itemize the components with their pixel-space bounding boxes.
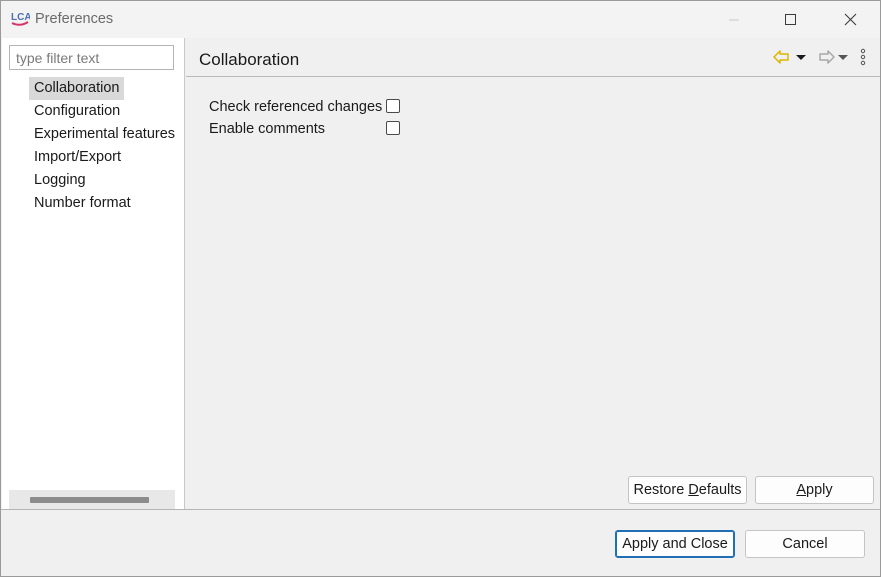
tree-item-configuration[interactable]: Configuration [29, 100, 177, 123]
check-referenced-changes-checkbox[interactable] [386, 99, 400, 113]
close-icon [844, 13, 856, 26]
forward-arrow-icon[interactable] [814, 48, 836, 66]
page-title: Collaboration [199, 50, 300, 69]
restore-defaults-suffix: efaults [698, 482, 742, 498]
footer-separator [1, 509, 880, 510]
back-arrow-icon[interactable] [772, 48, 794, 66]
tree-item-number-format[interactable]: Number format [29, 192, 177, 215]
tree-item-logging[interactable]: Logging [29, 169, 177, 192]
horizontal-scrollbar[interactable] [9, 490, 175, 509]
tree-item-collaboration[interactable]: Collaboration [29, 77, 125, 100]
restore-defaults-mnemonic: D [688, 482, 699, 498]
restore-defaults-prefix: Restore [633, 482, 689, 498]
maximize-icon [785, 13, 796, 25]
close-button[interactable] [827, 1, 873, 38]
preference-page: Collaboration Check referenced changes E… [186, 38, 880, 509]
option-label: Check referenced changes [209, 99, 383, 115]
apply-suffix: pply [806, 482, 833, 498]
maximize-button[interactable] [768, 1, 814, 38]
tree-item-experimental-features[interactable]: Experimental features [29, 123, 177, 146]
apply-mnemonic: A [796, 482, 807, 498]
preference-tree-pane: Collaboration Configuration Experimental… [2, 38, 185, 509]
forward-history-dropdown-icon[interactable] [836, 48, 850, 66]
enable-comments-checkbox[interactable] [386, 121, 400, 135]
filter-input[interactable] [9, 45, 174, 70]
scrollbar-thumb[interactable] [30, 497, 149, 503]
back-history-dropdown-icon[interactable] [794, 48, 808, 66]
app-logo-icon: LCA [11, 12, 30, 26]
tree-item-import-export[interactable]: Import/Export [29, 146, 177, 169]
restore-defaults-button[interactable]: Restore Defaults [628, 476, 747, 504]
apply-and-close-button[interactable]: Apply and Close [615, 530, 735, 558]
option-label: Enable comments [209, 121, 326, 137]
minimize-button[interactable] [711, 1, 757, 38]
minimize-icon [729, 19, 739, 20]
title-bar: LCA Preferences [1, 1, 880, 38]
preference-tree: Collaboration Configuration Experimental… [29, 77, 177, 215]
more-options-icon[interactable] [858, 48, 868, 66]
window-title: Preferences [35, 11, 114, 27]
title-separator [186, 76, 880, 77]
cancel-button[interactable]: Cancel [745, 530, 865, 558]
preferences-window: LCA Preferences Collaboration Configurat… [0, 0, 881, 577]
apply-button[interactable]: Apply [755, 476, 874, 504]
